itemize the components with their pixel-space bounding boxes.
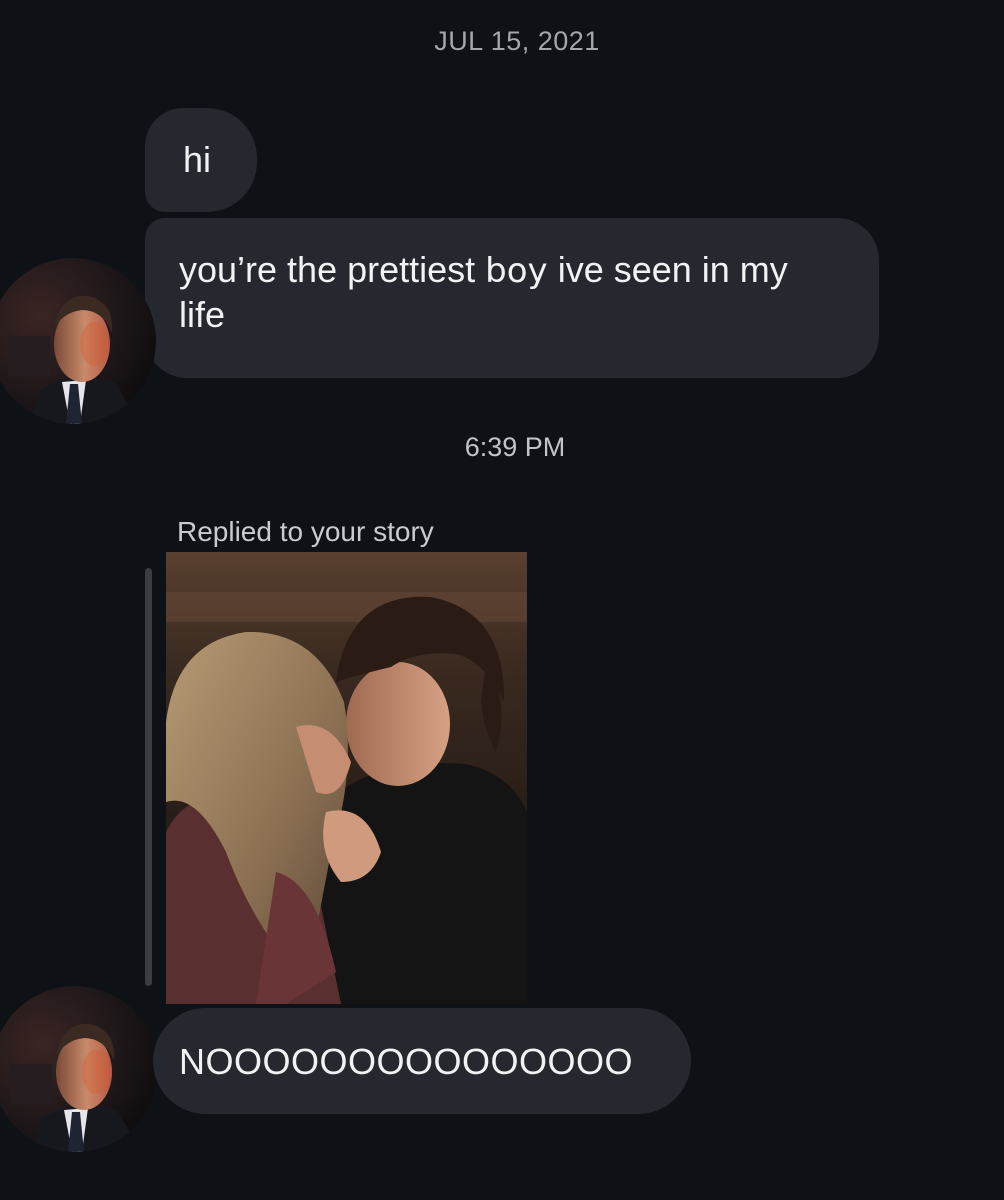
message-text: NOOOOOOOOOOOOOOO	[179, 1041, 634, 1082]
message-bubble-nooo[interactable]: NOOOOOOOOOOOOOOO	[153, 1008, 691, 1114]
message-bubble-compliment[interactable]: you’re the prettiest boy ive seen in my …	[145, 218, 879, 378]
message-text-highlight: boy	[485, 251, 548, 291]
date-stamp: JUL 15, 2021	[434, 26, 600, 56]
story-photo-icon	[166, 552, 527, 1004]
story-thumbnail[interactable]	[166, 552, 527, 1004]
avatar-photo-icon	[0, 258, 156, 424]
avatar[interactable]	[0, 986, 158, 1152]
message-bubble-hi[interactable]: hi	[145, 108, 257, 212]
message-text: hi	[183, 139, 212, 180]
avatar-photo-icon	[0, 986, 158, 1152]
message-text-part: you’re the prettiest	[179, 249, 486, 290]
avatar[interactable]	[0, 258, 156, 424]
reply-bar	[145, 568, 152, 986]
reply-label: Replied to your story	[177, 516, 434, 547]
time-stamp: 6:39 PM	[464, 432, 566, 462]
